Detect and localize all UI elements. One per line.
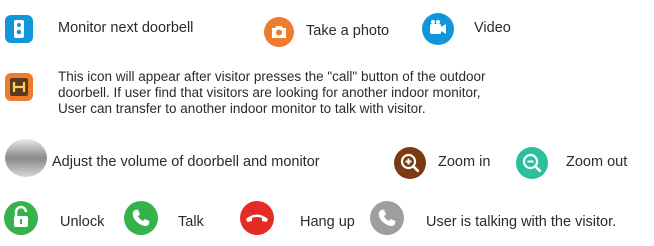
transfer-line-2: doorbell. If user find that visitors are… (58, 85, 481, 100)
monitor-next-doorbell-label: Monitor next doorbell (58, 20, 194, 36)
transfer-line-3: User can transfer to another indoor moni… (58, 101, 426, 116)
volume-knob-icon (5, 139, 47, 177)
take-photo-label: Take a photo (306, 23, 390, 39)
zoom-out-label: Zoom out (566, 154, 628, 170)
video-icon (422, 13, 454, 45)
talk-label: Talk (178, 214, 204, 230)
zoom-out-icon (516, 147, 548, 179)
unlock-icon (4, 201, 38, 235)
user-talking-label: User is talking with the visitor. (426, 214, 617, 230)
transfer-line-1: This icon will appear after visitor pres… (58, 69, 486, 84)
talking-status-icon (370, 201, 404, 235)
monitor-doorbell-icon (5, 15, 33, 43)
hang-up-label: Hang up (300, 214, 355, 230)
transfer-description: This icon will appear after visitor pres… (58, 69, 486, 117)
hang-up-icon (240, 201, 274, 235)
camera-icon (264, 17, 294, 47)
unlock-label: Unlock (60, 214, 105, 230)
talk-icon (124, 201, 158, 235)
video-label: Video (474, 20, 511, 36)
zoom-in-label: Zoom in (438, 154, 491, 170)
adjust-volume-label: Adjust the volume of doorbell and monito… (52, 154, 320, 170)
transfer-icon (5, 73, 33, 101)
zoom-in-icon (394, 147, 426, 179)
